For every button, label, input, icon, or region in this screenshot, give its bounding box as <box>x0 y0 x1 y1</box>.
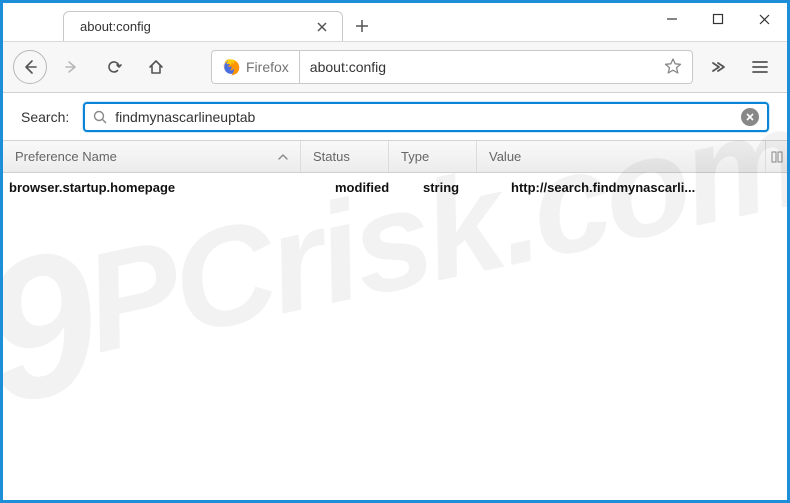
bookmark-star-icon[interactable] <box>664 57 682 78</box>
cell-value: http://search.findmynascarli... <box>499 180 787 195</box>
url-bar[interactable]: about:config <box>299 50 693 84</box>
new-tab-button[interactable] <box>347 11 377 41</box>
column-picker-button[interactable] <box>765 141 787 172</box>
config-search-input[interactable] <box>115 109 733 125</box>
cell-name: browser.startup.homepage <box>3 180 323 195</box>
config-search-box[interactable] <box>83 102 769 132</box>
table-body: browser.startup.homepage modified string… <box>3 173 787 500</box>
identity-box[interactable]: Firefox <box>211 50 299 84</box>
column-header-type[interactable]: Type <box>389 141 477 172</box>
column-header-status[interactable]: Status <box>301 141 389 172</box>
forward-button[interactable] <box>55 50 89 84</box>
identity-label: Firefox <box>246 59 289 75</box>
back-button[interactable] <box>13 50 47 84</box>
reload-button[interactable] <box>97 50 131 84</box>
cell-type: string <box>411 180 499 195</box>
cell-status: modified <box>323 180 411 195</box>
firefox-icon <box>222 58 240 76</box>
clear-search-button[interactable] <box>741 108 759 126</box>
column-header-value[interactable]: Value <box>477 141 765 172</box>
search-label: Search: <box>21 109 69 125</box>
hamburger-menu-button[interactable] <box>743 50 777 84</box>
window-minimize-button[interactable] <box>649 3 695 35</box>
tab-close-icon[interactable] <box>314 19 330 35</box>
url-text: about:config <box>310 59 654 75</box>
search-icon <box>93 110 107 124</box>
window-maximize-button[interactable] <box>695 3 741 35</box>
browser-tab[interactable]: about:config <box>63 11 343 41</box>
sort-indicator-icon <box>278 149 288 164</box>
table-header: Preference Name Status Type Value <box>3 141 787 173</box>
window-close-button[interactable] <box>741 3 787 35</box>
tab-title: about:config <box>80 19 302 34</box>
home-button[interactable] <box>139 50 173 84</box>
column-header-name[interactable]: Preference Name <box>3 141 301 172</box>
table-row[interactable]: browser.startup.homepage modified string… <box>3 173 787 201</box>
overflow-menu-button[interactable] <box>701 50 735 84</box>
